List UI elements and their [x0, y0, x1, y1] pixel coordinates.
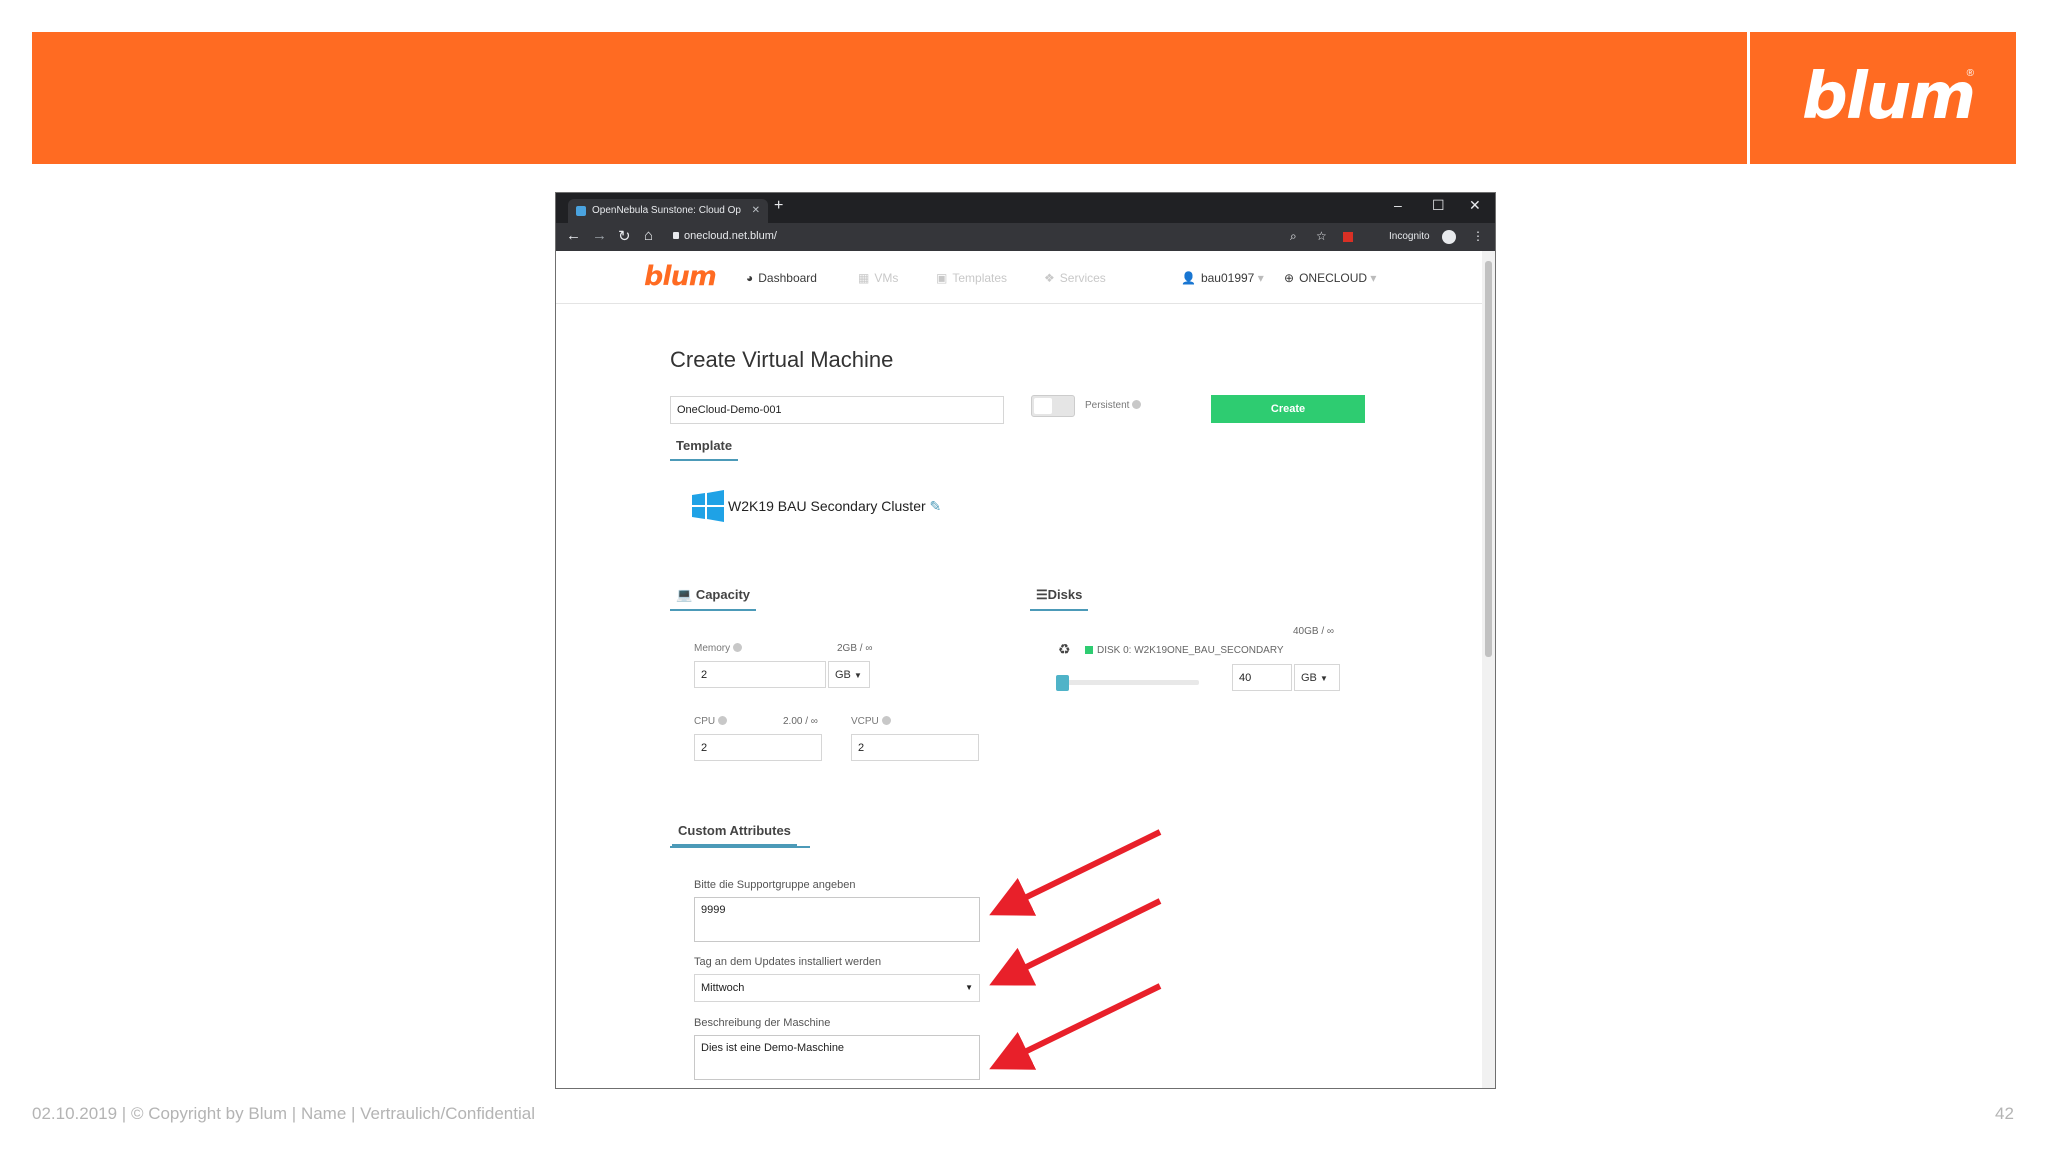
slide-footer: 02.10.2019 | © Copyright by Blum | Name … — [32, 1104, 535, 1123]
annotation-arrows — [989, 829, 1162, 1070]
arrow-description — [989, 983, 1162, 1070]
arrow-support — [989, 829, 1162, 916]
arrow-update-day — [989, 898, 1162, 986]
page-number: 42 — [1995, 1104, 2014, 1123]
